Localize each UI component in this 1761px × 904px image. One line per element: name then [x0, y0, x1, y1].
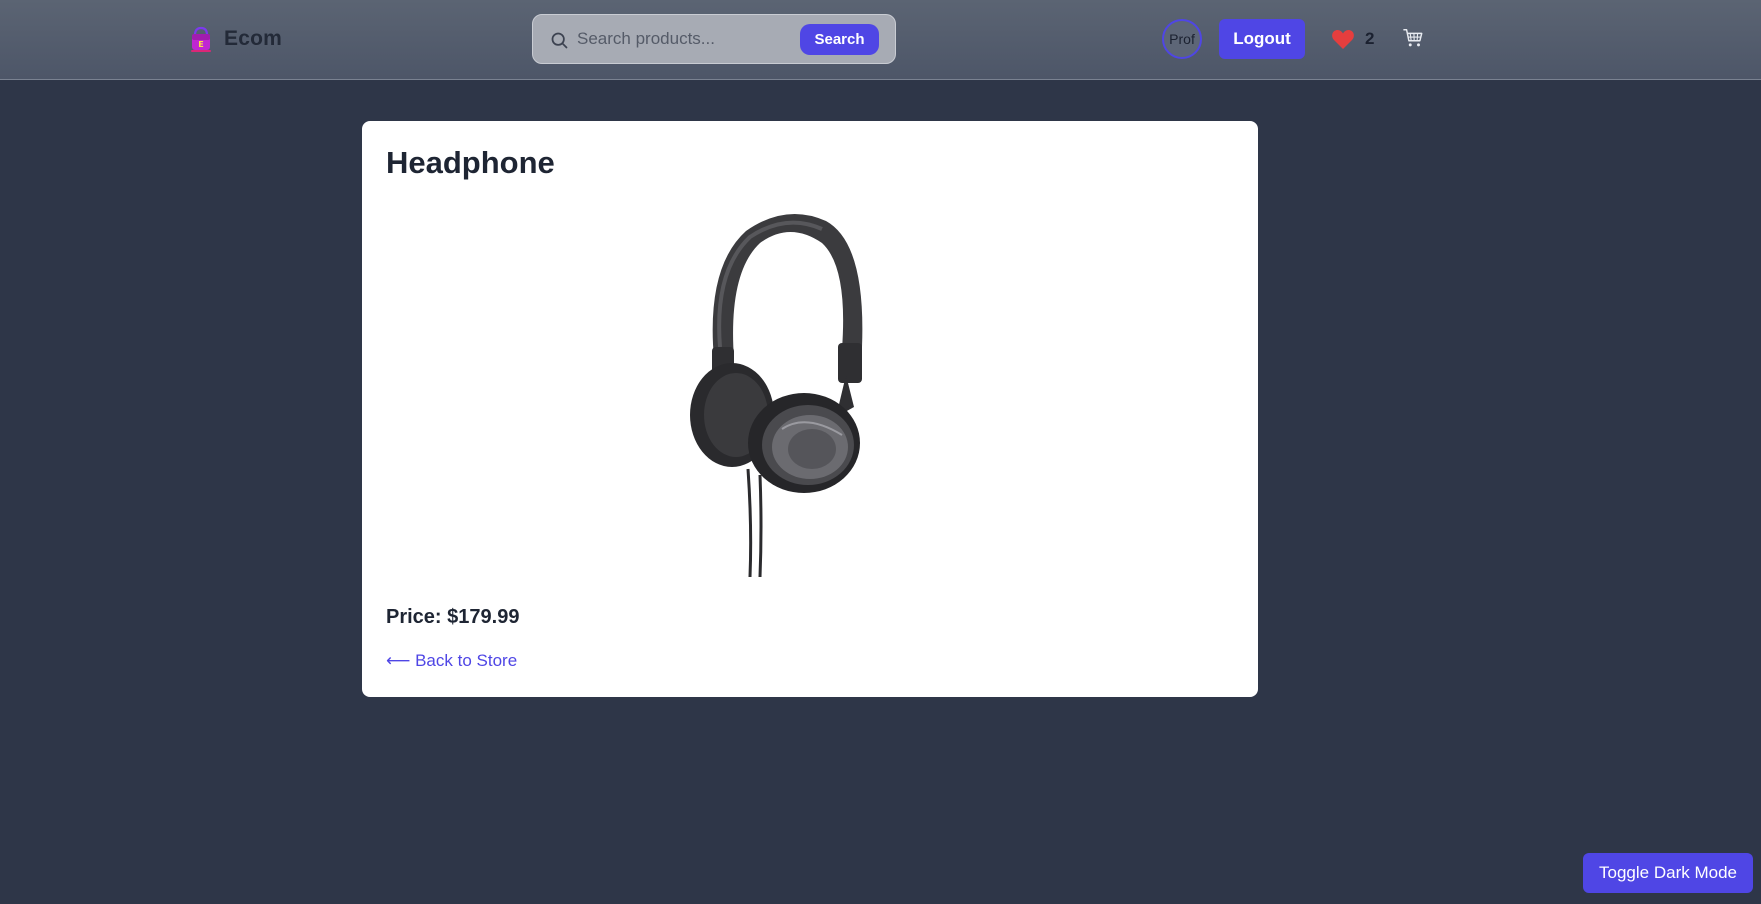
back-to-store-link[interactable]: ⟵ Back to Store [386, 651, 517, 671]
product-price: Price: $179.99 [386, 606, 520, 628]
product-title: Headphone [386, 145, 555, 180]
brand[interactable]: E Ecom [186, 22, 282, 56]
shopping-bag-logo-icon: E [191, 26, 211, 52]
brand-name: Ecom [224, 27, 282, 50]
wishlist-count: 2 [1365, 29, 1375, 48]
product-card: Headphone Price: $179.99 ⟵ Back to Store [362, 121, 1258, 697]
product-image-headphone [690, 213, 863, 577]
avatar[interactable]: Prof [1162, 19, 1202, 59]
wishlist-link[interactable]: 2 [1331, 27, 1374, 51]
svg-text:E: E [198, 40, 203, 49]
search-bar: Search [532, 14, 896, 64]
cart-icon[interactable] [1402, 27, 1424, 49]
search-input[interactable] [577, 25, 789, 53]
heart-icon [1332, 29, 1354, 49]
toggle-dark-mode-button[interactable]: Toggle Dark Mode [1583, 853, 1753, 893]
search-button[interactable]: Search [800, 24, 879, 55]
search-icon [551, 32, 568, 49]
logout-button[interactable]: Logout [1219, 19, 1305, 59]
top-navbar: E Ecom Search Prof Logout 2 [0, 0, 1761, 80]
avatar-alt-text: Prof [1169, 31, 1195, 47]
